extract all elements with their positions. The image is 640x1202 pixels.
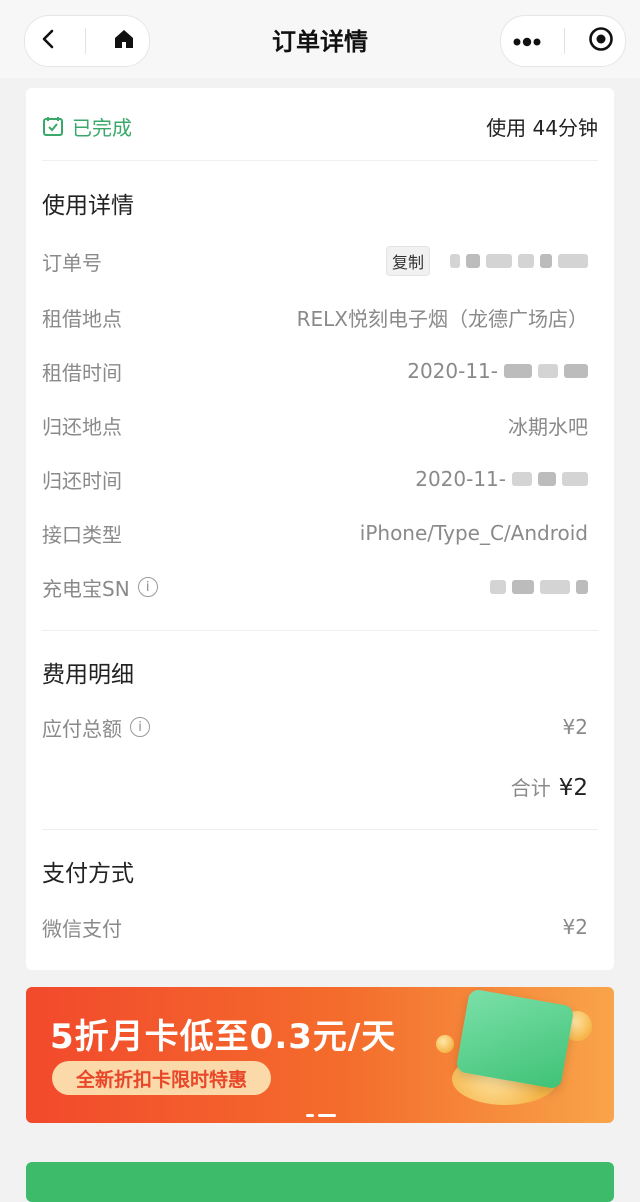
payable-row: 应付总额 i ¥2 [42,710,588,744]
carousel-dot-active [318,1114,336,1117]
rent-time-label: 租借时间 [42,360,122,385]
order-number-row: 订单号 复制 [42,244,588,278]
divider [42,630,598,631]
return-location-row: 归还地点 冰期水吧 [42,408,588,442]
total-amount: ¥2 [558,775,588,801]
redacted-text [564,364,588,378]
carousel-dot [306,1114,314,1117]
rent-location-value: RELX悦刻电子烟（龙德广场店） [296,306,588,331]
payable-amount: ¥2 [562,715,588,739]
total-label: 合计 [510,776,551,800]
status-row: 已完成 使用 44分钟 [42,106,598,146]
fees-section-title: 费用明细 [42,662,134,688]
powerbank-sn-value [484,580,588,594]
more-dots-icon[interactable] [512,32,542,51]
order-number-value: 复制 [385,246,588,276]
return-location-label: 归还地点 [42,414,122,439]
port-type-row: 接口类型 iPhone/Type_C/Android [42,516,588,550]
capsule-divider [564,28,566,54]
port-type-value: iPhone/Type_C/Android [359,521,588,545]
return-location-value: 冰期水吧 [508,414,588,439]
return-time-row: 归还时间 2020-11- [42,462,588,496]
status-badge: 已完成 [42,112,132,141]
redacted-text [538,472,556,486]
powerbank-sn-label: 充电宝SN i [42,573,158,602]
redacted-text [450,254,460,268]
target-close-icon[interactable] [588,26,614,56]
nav-right-capsule [500,15,626,67]
redacted-text [512,472,532,486]
redacted-text [486,254,512,268]
banner-title: 5折月卡低至0.3元/天 [50,1017,397,1057]
divider [42,829,598,830]
rent-location-row: 租借地点 RELX悦刻电子烟（龙德广场店） [42,300,588,334]
payable-label: 应付总额 i [42,713,150,742]
info-icon[interactable]: i [137,577,158,597]
redacted-text [540,254,552,268]
rent-time-row: 租借时间 2020-11- [42,354,588,388]
powerbank-sn-text: 充电宝SN [42,576,130,601]
redacted-text [562,472,588,486]
usage-section-title: 使用详情 [42,193,134,219]
nav-bar: 订单详情 [0,0,640,78]
redacted-text [490,580,506,594]
order-number-label: 订单号 [42,250,102,275]
redacted-text [504,364,532,378]
redacted-text [558,254,588,268]
redacted-text [540,580,570,594]
copy-button[interactable]: 复制 [385,246,430,276]
payment-method-label: 微信支付 [42,916,122,941]
carousel-indicator [306,1102,340,1121]
rent-time-value: 2020-11- [407,359,588,383]
payable-text: 应付总额 [42,716,122,741]
return-time-value: 2020-11- [415,467,588,491]
payment-section-title: 支付方式 [42,861,134,887]
coin-decoration [436,1035,454,1053]
redacted-text [576,580,588,594]
check-calendar-icon [43,117,63,136]
redacted-text [466,254,480,268]
payment-amount: ¥2 [562,915,588,939]
divider [42,160,598,161]
promo-banner[interactable]: 5折月卡低至0.3元/天 全新折扣卡限时特惠 [26,987,614,1123]
return-time-text: 2020-11- [415,467,506,491]
port-type-label: 接口类型 [42,522,122,547]
usage-duration: 使用 44分钟 [486,115,598,140]
rent-location-label: 租借地点 [42,306,122,331]
redacted-text [538,364,558,378]
banner-subtitle-pill: 全新折扣卡限时特惠 [52,1061,272,1095]
return-time-label: 归还时间 [42,468,122,493]
total-row: 合计 ¥2 [511,772,588,801]
redacted-text [512,580,534,594]
order-detail-card: 已完成 使用 44分钟 使用详情 订单号 复制 租借地点 RELX悦刻电子烟（龙… [26,88,614,970]
rent-time-text: 2020-11- [407,359,498,383]
info-icon[interactable]: i [130,717,150,737]
status-label: 已完成 [72,115,132,140]
powerbank-sn-row: 充电宝SN i [42,570,588,604]
redacted-text [518,254,534,268]
payment-method-row: 微信支付 ¥2 [42,910,588,944]
membership-card-image [455,988,575,1090]
bottom-action-button[interactable] [26,1162,614,1202]
